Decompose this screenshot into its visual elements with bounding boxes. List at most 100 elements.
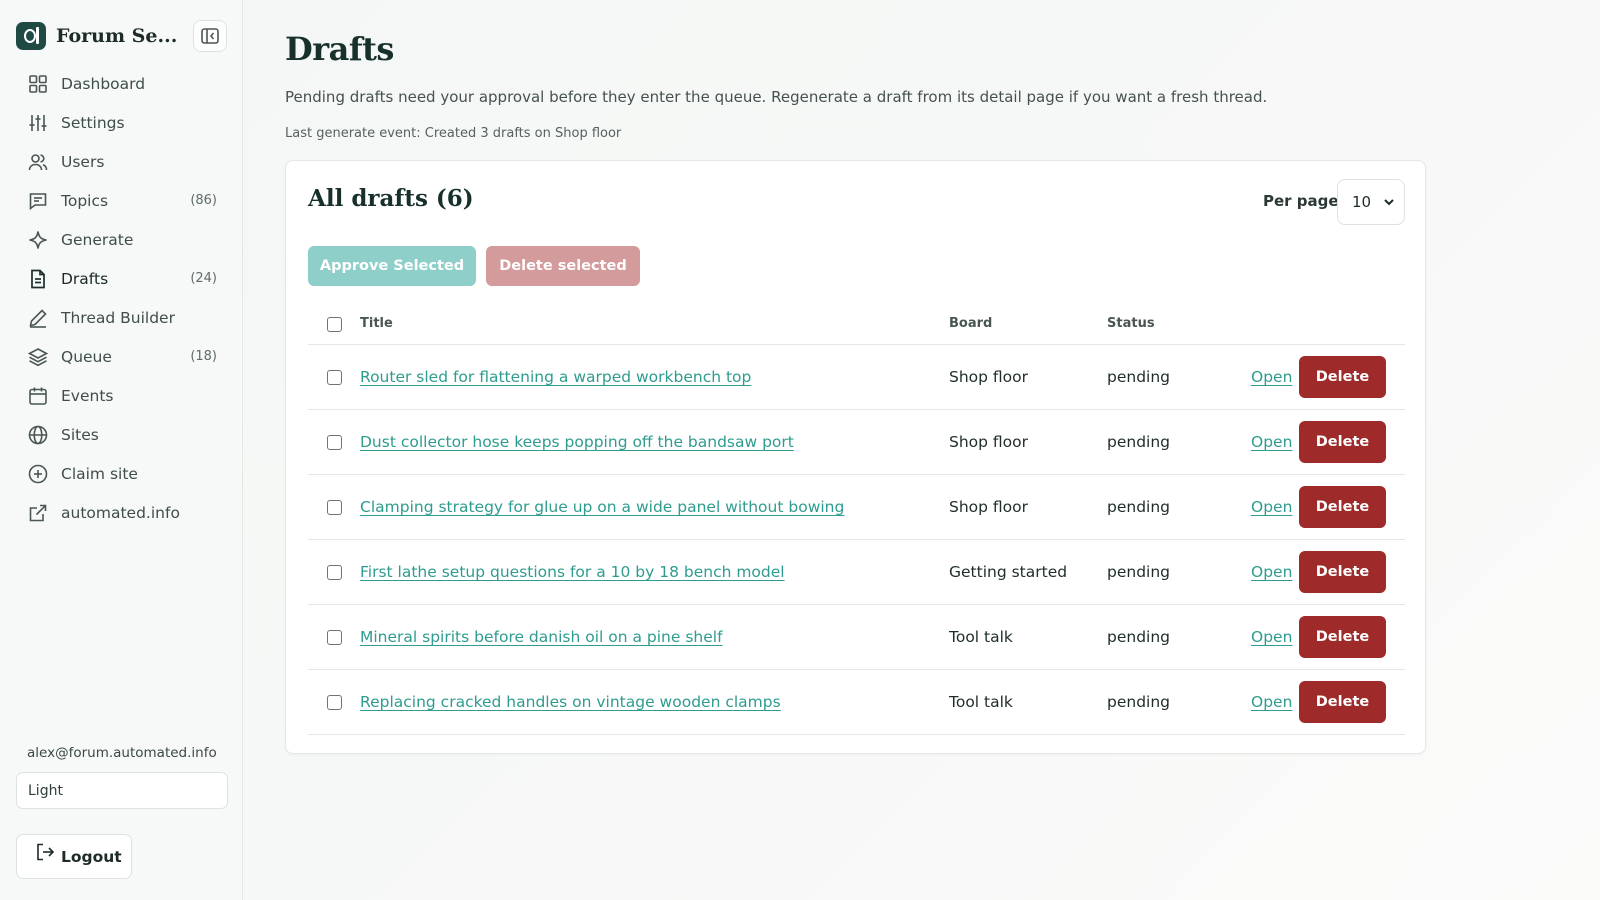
sidebar-item-topics[interactable]: Topics (86): [16, 181, 228, 220]
row-checkbox[interactable]: [327, 565, 342, 580]
layers-icon: [27, 346, 49, 368]
approve-selected-button[interactable]: Approve Selected: [308, 246, 476, 286]
open-link[interactable]: Open: [1251, 498, 1292, 516]
row-checkbox[interactable]: [327, 630, 342, 645]
table-row: Replacing cracked handles on vintage woo…: [308, 670, 1405, 735]
sidebar-item-count: (24): [190, 271, 217, 286]
sidebar: Forum Se... Dashboard Settings Users Top…: [0, 0, 243, 900]
sidebar-item-events[interactable]: Events: [16, 376, 228, 415]
sidebar-item-label: Events: [61, 386, 114, 405]
sidebar-item-thread-builder[interactable]: Thread Builder: [16, 298, 228, 337]
sidebar-item-claim-site[interactable]: Claim site: [16, 454, 228, 493]
sidebar-item-label: automated.info: [61, 503, 180, 522]
card-title: All drafts (6): [308, 185, 474, 212]
sparkle-icon: [27, 229, 49, 251]
plus-circle-icon: [27, 463, 49, 485]
draft-title-link[interactable]: Mineral spirits before danish oil on a p…: [360, 628, 723, 646]
sidebar-item-automated-info[interactable]: automated.info: [16, 493, 228, 532]
document-icon: [27, 268, 49, 290]
draft-board: Tool talk: [949, 628, 1013, 646]
sidebar-item-queue[interactable]: Queue (18): [16, 337, 228, 376]
delete-button[interactable]: Delete: [1299, 681, 1386, 723]
brand[interactable]: Forum Se...: [16, 22, 180, 50]
draft-status: pending: [1107, 368, 1171, 386]
draft-title-link[interactable]: Replacing cracked handles on vintage woo…: [360, 693, 781, 711]
chevron-down-icon: [1384, 199, 1394, 206]
delete-selected-button[interactable]: Delete selected: [486, 246, 640, 286]
delete-button[interactable]: Delete: [1299, 551, 1386, 593]
sidebar-collapse-icon: [201, 28, 219, 44]
dashboard-icon: [27, 73, 49, 95]
open-link[interactable]: Open: [1251, 368, 1292, 386]
sidebar-item-dashboard[interactable]: Dashboard: [16, 64, 228, 103]
column-header-title: Title: [360, 316, 393, 331]
draft-title-link[interactable]: Dust collector hose keeps popping off th…: [360, 433, 794, 451]
table-row: Clamping strategy for glue up on a wide …: [308, 475, 1405, 540]
delete-button[interactable]: Delete: [1299, 616, 1386, 658]
sidebar-item-label: Drafts: [61, 269, 109, 288]
sidebar-item-count: (18): [190, 349, 217, 364]
table-header: Title Board Status: [308, 302, 1405, 345]
draft-status: pending: [1107, 693, 1171, 711]
logout-button[interactable]: Logout: [16, 834, 132, 879]
sidebar-item-label: Settings: [61, 113, 125, 132]
sidebar-item-label: Generate: [61, 230, 134, 249]
drafts-table: Title Board Status Router sled for flatt…: [308, 302, 1405, 735]
sidebar-item-settings[interactable]: Settings: [16, 103, 228, 142]
open-link[interactable]: Open: [1251, 693, 1292, 711]
page-description: Pending drafts need your approval before…: [285, 88, 1268, 106]
open-link[interactable]: Open: [1251, 628, 1292, 646]
per-page-select[interactable]: 10: [1337, 179, 1405, 225]
page-title: Drafts: [285, 30, 394, 68]
globe-icon: [27, 424, 49, 446]
row-checkbox[interactable]: [327, 370, 342, 385]
sidebar-item-label: Claim site: [61, 464, 138, 483]
row-checkbox[interactable]: [327, 500, 342, 515]
sidebar-item-label: Dashboard: [61, 74, 146, 93]
delete-button[interactable]: Delete: [1299, 486, 1386, 528]
brand-logo-icon: [16, 22, 46, 50]
logout-label: Logout: [61, 847, 122, 866]
open-link[interactable]: Open: [1251, 433, 1292, 451]
user-email: alex@forum.automated.info: [27, 745, 217, 761]
column-header-board: Board: [949, 316, 993, 331]
draft-status: pending: [1107, 628, 1171, 646]
sidebar-item-drafts[interactable]: Drafts (24): [16, 259, 228, 298]
sidebar-item-label: Sites: [61, 425, 99, 444]
draft-title-link[interactable]: Router sled for flattening a warped work…: [360, 368, 751, 386]
delete-button[interactable]: Delete: [1299, 356, 1386, 398]
sidebar-item-sites[interactable]: Sites: [16, 415, 228, 454]
sidebar-item-generate[interactable]: Generate: [16, 220, 228, 259]
per-page-value: 10: [1352, 193, 1372, 211]
logout-icon: [35, 842, 55, 866]
draft-title-link[interactable]: Clamping strategy for glue up on a wide …: [360, 498, 844, 516]
table-row: Dust collector hose keeps popping off th…: [308, 410, 1405, 475]
select-all-checkbox[interactable]: [327, 317, 342, 332]
users-icon: [27, 151, 49, 173]
table-row: First lathe setup questions for a 10 by …: [308, 540, 1405, 605]
draft-title-link[interactable]: First lathe setup questions for a 10 by …: [360, 563, 785, 581]
message-icon: [27, 190, 49, 212]
draft-board: Shop floor: [949, 433, 1029, 451]
sidebar-item-label: Topics: [61, 191, 109, 210]
sliders-icon: [27, 112, 49, 134]
open-link[interactable]: Open: [1251, 563, 1292, 581]
sidebar-item-label: Thread Builder: [61, 308, 175, 327]
sidebar-item-users[interactable]: Users: [16, 142, 228, 181]
draft-status: pending: [1107, 433, 1171, 451]
per-page-label: Per page: [1263, 192, 1339, 210]
row-checkbox[interactable]: [327, 695, 342, 710]
theme-select[interactable]: Light: [16, 772, 228, 809]
draft-board: Shop floor: [949, 498, 1029, 516]
draft-board: Getting started: [949, 563, 1068, 581]
pencil-icon: [27, 307, 49, 329]
row-checkbox[interactable]: [327, 435, 342, 450]
collapse-sidebar-button[interactable]: [193, 20, 227, 52]
table-row: Router sled for flattening a warped work…: [308, 345, 1405, 410]
sidebar-item-label: Users: [61, 152, 105, 171]
drafts-card: All drafts (6) Per page 10 Approve Selec…: [285, 160, 1426, 754]
delete-button[interactable]: Delete: [1299, 421, 1386, 463]
sidebar-item-label: Queue: [61, 347, 112, 366]
last-generate-event: Last generate event: Created 3 drafts on…: [285, 126, 622, 141]
draft-status: pending: [1107, 563, 1171, 581]
